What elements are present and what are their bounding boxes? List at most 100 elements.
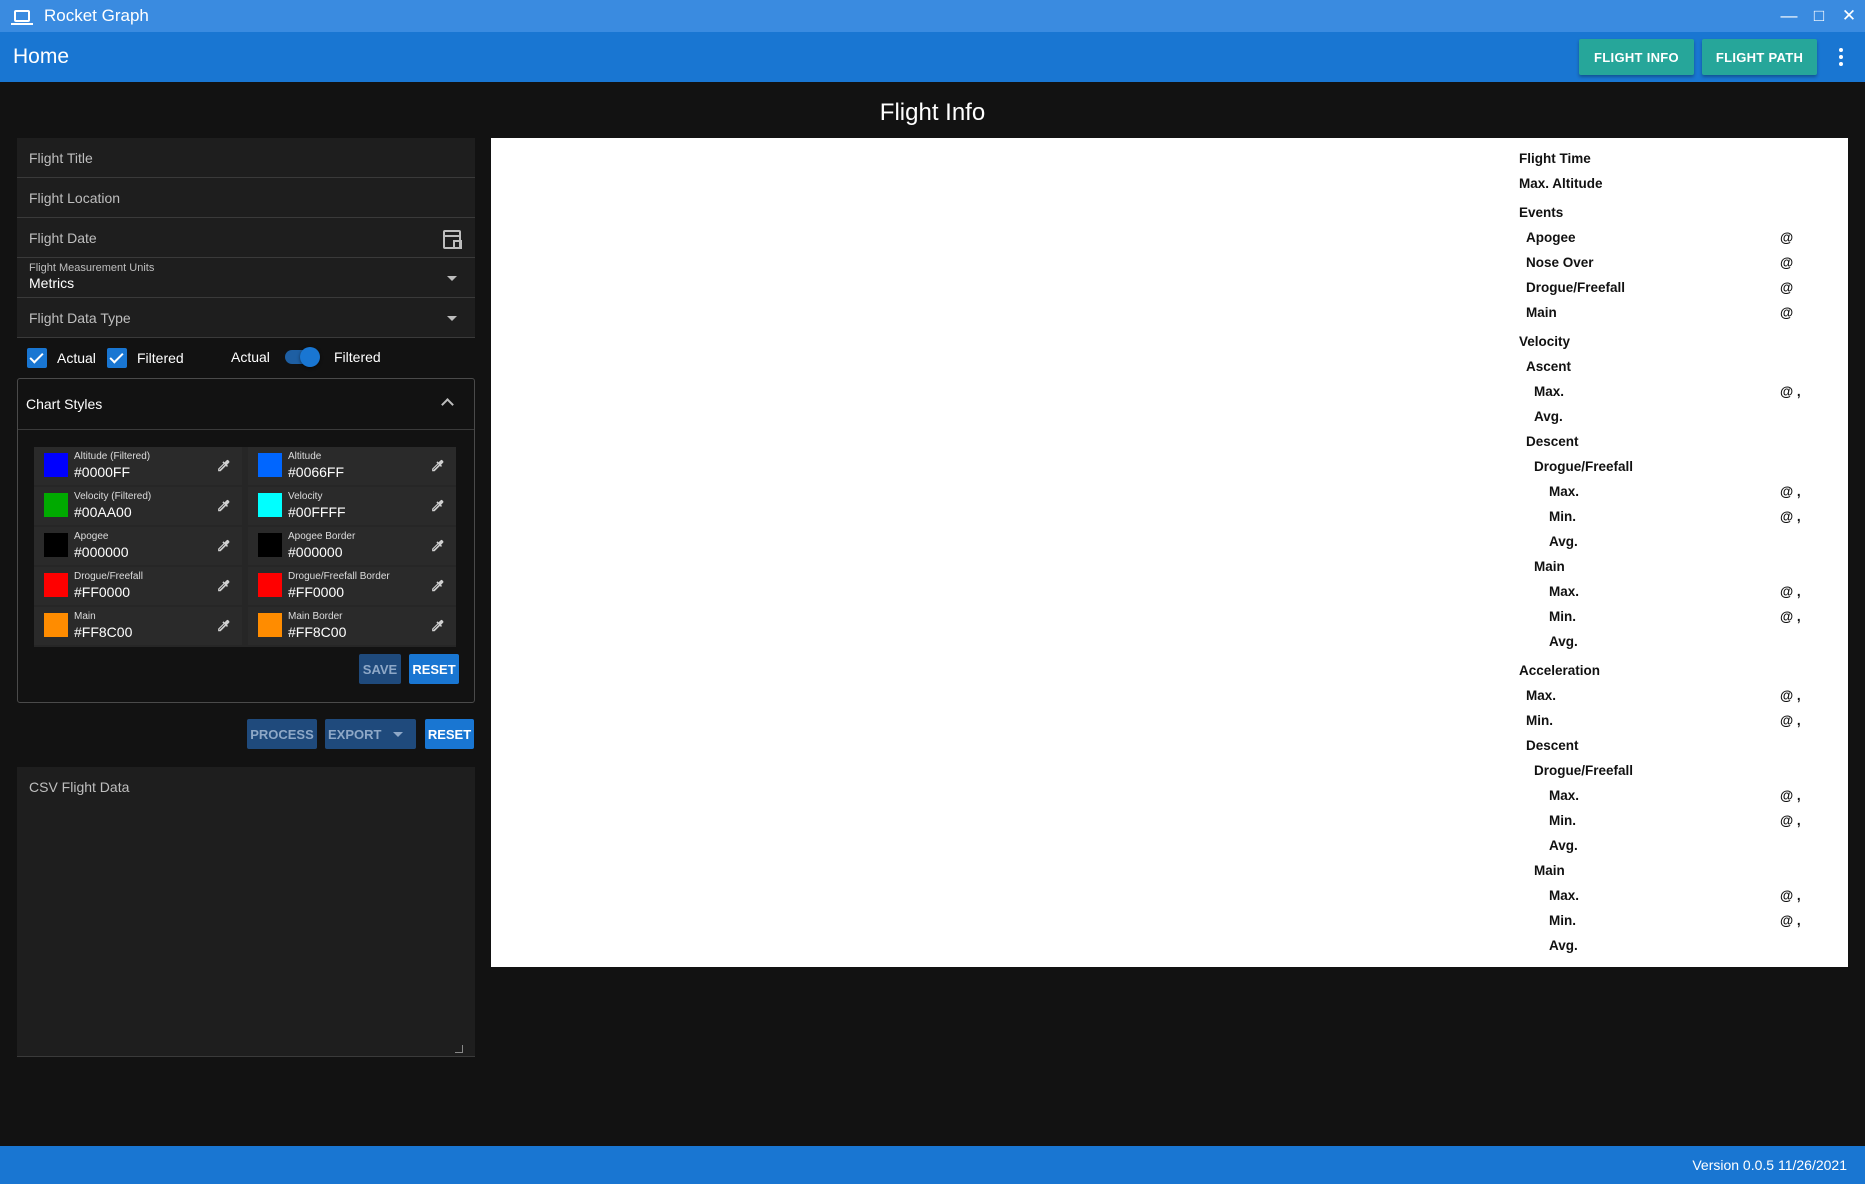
process-button[interactable]: PROCESS	[247, 719, 317, 749]
color-swatch[interactable]	[258, 613, 282, 637]
color-swatch-item: Drogue/Freefall #FF0000	[34, 567, 242, 605]
color-swatch-hex[interactable]: #00AA00	[74, 504, 132, 520]
chevron-down-icon[interactable]	[447, 316, 457, 321]
color-swatch-hex[interactable]: #FF8C00	[74, 624, 132, 640]
stat-descent: Descent	[1526, 434, 1579, 449]
export-button[interactable]: EXPORT	[325, 719, 416, 749]
stat-max-altitude: Max. Altitude	[1519, 176, 1603, 191]
actual-checkbox[interactable]	[27, 348, 47, 368]
filtered-checkbox-label: Filtered	[137, 350, 184, 366]
stat-ascent: Ascent	[1526, 359, 1572, 374]
color-swatch-hex[interactable]: #FF0000	[74, 584, 130, 600]
close-icon[interactable]: ✕	[1835, 0, 1863, 32]
flight-location-field[interactable]: Flight Location	[17, 178, 475, 218]
flight-title-field[interactable]: Flight Title	[17, 138, 475, 178]
color-swatch-name: Altitude	[288, 451, 322, 462]
color-swatch-item: Altitude (Filtered) #0000FF	[34, 447, 242, 485]
chevron-up-icon[interactable]	[441, 398, 454, 411]
chevron-down-icon[interactable]	[447, 276, 457, 281]
data-type-select[interactable]: Flight Data Type	[17, 298, 475, 338]
data-type-label: Flight Data Type	[29, 310, 131, 326]
eyedropper-icon[interactable]	[214, 617, 232, 635]
stat-at: @	[1780, 305, 1794, 320]
reset-styles-button[interactable]: RESET	[409, 654, 459, 684]
export-label: EXPORT	[328, 726, 382, 742]
stat-nose-over: Nose Over	[1526, 255, 1594, 270]
color-swatch[interactable]	[44, 453, 68, 477]
units-value: Metrics	[29, 275, 75, 291]
eyedropper-icon[interactable]	[214, 537, 232, 555]
color-swatch[interactable]	[258, 573, 282, 597]
maximize-icon[interactable]: □	[1805, 0, 1833, 32]
color-swatch-name: Velocity	[288, 491, 323, 502]
color-swatch[interactable]	[44, 613, 68, 637]
stat-at: @	[1780, 255, 1794, 270]
units-select[interactable]: Flight Measurement Units Metrics	[17, 258, 475, 298]
stat-drogue-freefall: Drogue/Freefall	[1526, 280, 1626, 295]
eyedropper-icon[interactable]	[428, 537, 446, 555]
color-swatch-name: Drogue/Freefall	[74, 571, 143, 582]
color-swatch-name: Drogue/Freefall Border	[288, 571, 390, 582]
color-swatch[interactable]	[258, 533, 282, 557]
color-swatch-hex[interactable]: #FF0000	[288, 584, 344, 600]
eyedropper-icon[interactable]	[428, 457, 446, 475]
stat-max: Max.	[1549, 584, 1580, 599]
stat-descent: Descent	[1526, 738, 1579, 753]
eyedropper-icon[interactable]	[428, 577, 446, 595]
color-swatch-hex[interactable]: #FF8C00	[288, 624, 346, 640]
color-swatch[interactable]	[44, 573, 68, 597]
color-swatch-item: Velocity #00FFFF	[248, 487, 456, 525]
save-styles-button[interactable]: SAVE	[359, 654, 401, 684]
chart-styles-header[interactable]: Chart Styles	[18, 379, 474, 430]
color-swatch-name: Apogee Border	[288, 531, 356, 542]
color-swatch[interactable]	[258, 493, 282, 517]
eyedropper-icon[interactable]	[214, 497, 232, 515]
reset-button[interactable]: RESET	[425, 719, 474, 749]
toggle-thumb[interactable]	[300, 347, 320, 367]
flight-chart-area: Flight Time Max. Altitude Events Apogee …	[491, 138, 1848, 967]
stat-velocity: Velocity	[1519, 334, 1571, 349]
stat-at: @ ,	[1780, 713, 1801, 728]
color-swatch-name: Altitude (Filtered)	[74, 451, 151, 462]
stat-avg: Avg.	[1534, 409, 1563, 424]
stat-at: @ ,	[1780, 813, 1801, 828]
color-swatch[interactable]	[258, 453, 282, 477]
stat-at: @	[1780, 280, 1794, 295]
window-controls: — □ ✕	[1775, 0, 1865, 32]
flight-path-button[interactable]: FLIGHT PATH	[1702, 39, 1817, 75]
eyedropper-icon[interactable]	[428, 617, 446, 635]
stat-avg: Avg.	[1549, 838, 1578, 853]
color-swatch-item: Apogee #000000	[34, 527, 242, 565]
eyedropper-icon[interactable]	[214, 457, 232, 475]
stat-at: @ ,	[1780, 384, 1801, 399]
color-swatch-hex[interactable]: #0000FF	[74, 464, 130, 480]
app-bar: Home FLIGHT INFO FLIGHT PATH	[0, 32, 1865, 82]
stat-at: @ ,	[1780, 913, 1801, 928]
resize-handle-icon[interactable]	[455, 1045, 463, 1053]
color-swatch-name: Velocity (Filtered)	[74, 491, 152, 502]
units-label: Flight Measurement Units	[29, 262, 155, 274]
flight-info-button[interactable]: FLIGHT INFO	[1579, 39, 1694, 75]
chart-styles-title: Chart Styles	[26, 396, 103, 412]
eyedropper-icon[interactable]	[214, 577, 232, 595]
stat-at: @	[1780, 230, 1794, 245]
calendar-icon[interactable]	[443, 230, 462, 249]
flight-stats-panel: Flight Time Max. Altitude Events Apogee …	[491, 138, 1848, 967]
stat-flight-time: Flight Time	[1519, 151, 1591, 166]
color-swatch-hex[interactable]: #00FFFF	[288, 504, 346, 520]
color-swatch[interactable]	[44, 533, 68, 557]
more-vert-icon[interactable]	[1839, 48, 1843, 66]
color-swatch[interactable]	[44, 493, 68, 517]
minimize-icon[interactable]: —	[1775, 0, 1803, 32]
flight-date-field[interactable]: Flight Date	[17, 218, 475, 258]
eyedropper-icon[interactable]	[428, 497, 446, 515]
stat-main: Main	[1534, 559, 1565, 574]
color-swatch-hex[interactable]: #0066FF	[288, 464, 344, 480]
stat-at: @ ,	[1780, 788, 1801, 803]
csv-flight-data-textarea[interactable]: CSV Flight Data	[17, 767, 475, 1057]
color-swatch-hex[interactable]: #000000	[74, 544, 129, 560]
color-swatch-item: Apogee Border #000000	[248, 527, 456, 565]
filtered-checkbox[interactable]	[107, 348, 127, 368]
color-swatch-hex[interactable]: #000000	[288, 544, 343, 560]
version-text: Version 0.0.5 11/26/2021	[1692, 1157, 1847, 1173]
